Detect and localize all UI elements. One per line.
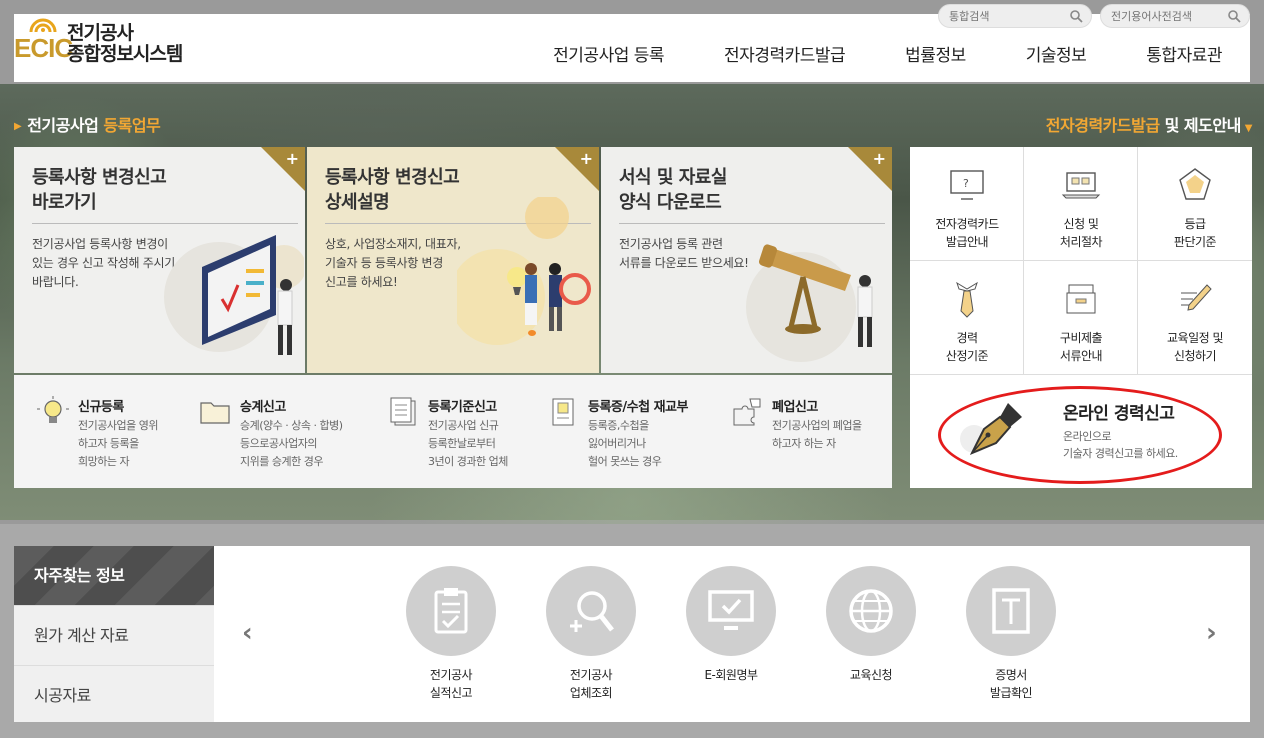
logo[interactable]: ECIC 전기공사 종합정보시스템: [14, 16, 214, 66]
nav-career-card[interactable]: 전자경력카드발급: [724, 41, 846, 66]
registration-menu-strip: 신규등록 전기공사업을 영위 하고자 등록을 희망하는 자 승계신고 승계(양수 ·…: [14, 375, 892, 488]
search-box: [938, 4, 1092, 28]
dictionary-search-box: [1100, 4, 1250, 28]
pencil-icon: [1181, 284, 1212, 311]
plus-icon: +: [285, 149, 299, 168]
grid-education-schedule[interactable]: 교육일정 및 신청하기: [1138, 261, 1252, 375]
card-change-detail[interactable]: 등록사항 변경신고 상세설명 상호, 사업장소재지, 대표자, 기술자 등 등록사항…: [307, 147, 599, 373]
laptop-icon: [1061, 172, 1101, 199]
main-nav: 전기공사업 등록 전자경력카드발급 법률정보 기술정보 통합자료관: [493, 41, 1222, 66]
globe-icon: [826, 566, 916, 656]
plus-icon: +: [872, 149, 886, 168]
nav-registration[interactable]: 전기공사업 등록: [553, 41, 664, 66]
highlight-oval: [938, 386, 1222, 484]
necktie-icon: [956, 281, 978, 318]
card-description: 전기공사업 등록 관련 서류를 다운로드 받으세요!: [619, 237, 749, 270]
folder-icon: [200, 402, 230, 424]
monitor-question-icon: ?: [950, 170, 984, 200]
logo-title-line2: 종합정보시스템: [67, 43, 183, 65]
card-title: 등록사항 변경신고 상세설명: [325, 167, 460, 213]
id-card-icon: [552, 398, 574, 426]
tab-frequent-info[interactable]: 자주찾는 정보: [14, 546, 214, 606]
header: ECIC 전기공사 종합정보시스템 전기공사업 등록 전자경력카드발급 법률정보…: [14, 4, 1250, 82]
nav-tech-info[interactable]: 기술정보: [1026, 41, 1087, 66]
search-input[interactable]: [939, 5, 1069, 28]
grid-grade-criteria[interactable]: 등급 판단기준: [1138, 147, 1252, 261]
certificate-document-icon: [966, 566, 1056, 656]
quick-member-directory[interactable]: E-회원명부: [676, 566, 786, 684]
info-tabs: 자주찾는 정보 원가 계산 자료 시공자료: [14, 546, 214, 722]
logo-arc-icon: [29, 18, 57, 32]
frequent-info-panel: 자주찾는 정보 원가 계산 자료 시공자료 ‹ › 전기공사 실적신고 전기공사 업…: [14, 546, 1250, 722]
documents-icon: [390, 397, 416, 426]
dictionary-search-input[interactable]: [1101, 5, 1231, 28]
grid-required-docs[interactable]: 구비제출 서류안내: [1024, 261, 1138, 375]
tab-construction-data[interactable]: 시공자료: [14, 666, 214, 726]
puzzle-icon: [733, 398, 761, 426]
section-title-career-card[interactable]: 전자경력카드발급 및 제도안내 ▼: [1046, 112, 1253, 136]
svg-text:?: ?: [963, 177, 969, 190]
idea-people-illustration-icon: [457, 197, 591, 345]
monitor-check-icon: [686, 566, 776, 656]
logo-mark: ECIC: [14, 33, 73, 63]
quick-company-search[interactable]: 전기공사 업체조회: [536, 566, 646, 702]
card-forms-download[interactable]: 서식 및 자료실 양식 다운로드 전기공사업 등록 관련 서류를 다운로드 받으세요…: [601, 147, 892, 373]
plus-icon: +: [579, 149, 593, 168]
dictionary-search-icon[interactable]: [1227, 9, 1241, 23]
quick-certificate-check[interactable]: 증명서 발급확인: [956, 566, 1066, 702]
triangle-right-icon: ▶: [14, 121, 22, 132]
card-title: 등록사항 변경신고 바로가기: [32, 167, 167, 213]
magnifier-plus-icon: [546, 566, 636, 656]
file-cabinet-icon: [1066, 284, 1096, 314]
checklist-board-illustration-icon: [164, 235, 304, 355]
card-description: 상호, 사업장소재지, 대표자, 기술자 등 등록사항 변경 신고를 하세요!: [325, 237, 461, 289]
triangle-down-icon: ▼: [1244, 123, 1253, 134]
quick-education-apply[interactable]: 교육신청: [816, 566, 926, 684]
clipboard-check-icon: [406, 566, 496, 656]
nav-law-info[interactable]: 법률정보: [905, 41, 966, 66]
card-change-shortcut[interactable]: 등록사항 변경신고 바로가기 전기공사업 등록사항 변경이 있는 경우 신고 작성해…: [14, 147, 305, 373]
search-icon[interactable]: [1069, 9, 1083, 23]
radar-chart-icon: [1179, 168, 1211, 200]
telescope-illustration-icon: [746, 244, 873, 362]
card-title: 서식 및 자료실 양식 다운로드: [619, 167, 727, 213]
quick-performance-report[interactable]: 전기공사 실적신고: [396, 566, 506, 702]
grid-career-calc[interactable]: 경력 산정기준: [910, 261, 1024, 375]
divider: [32, 223, 298, 224]
tab-cost-data[interactable]: 원가 계산 자료: [14, 606, 214, 666]
lightbulb-icon: [37, 396, 69, 423]
next-arrow-icon[interactable]: ›: [1206, 618, 1217, 648]
card-description: 전기공사업 등록사항 변경이 있는 경우 신고 작성해 주시기 바랍니다.: [32, 237, 175, 289]
nav-archive[interactable]: 통합자료관: [1146, 41, 1222, 66]
prev-arrow-icon[interactable]: ‹: [242, 618, 253, 648]
grid-card-issue-guide[interactable]: ? 전자경력카드 발급안내: [910, 147, 1024, 261]
grid-apply-process[interactable]: 신청 및 처리절차: [1024, 147, 1138, 261]
section-title-registration: ▶ 전기공사업 등록업무: [14, 116, 161, 135]
